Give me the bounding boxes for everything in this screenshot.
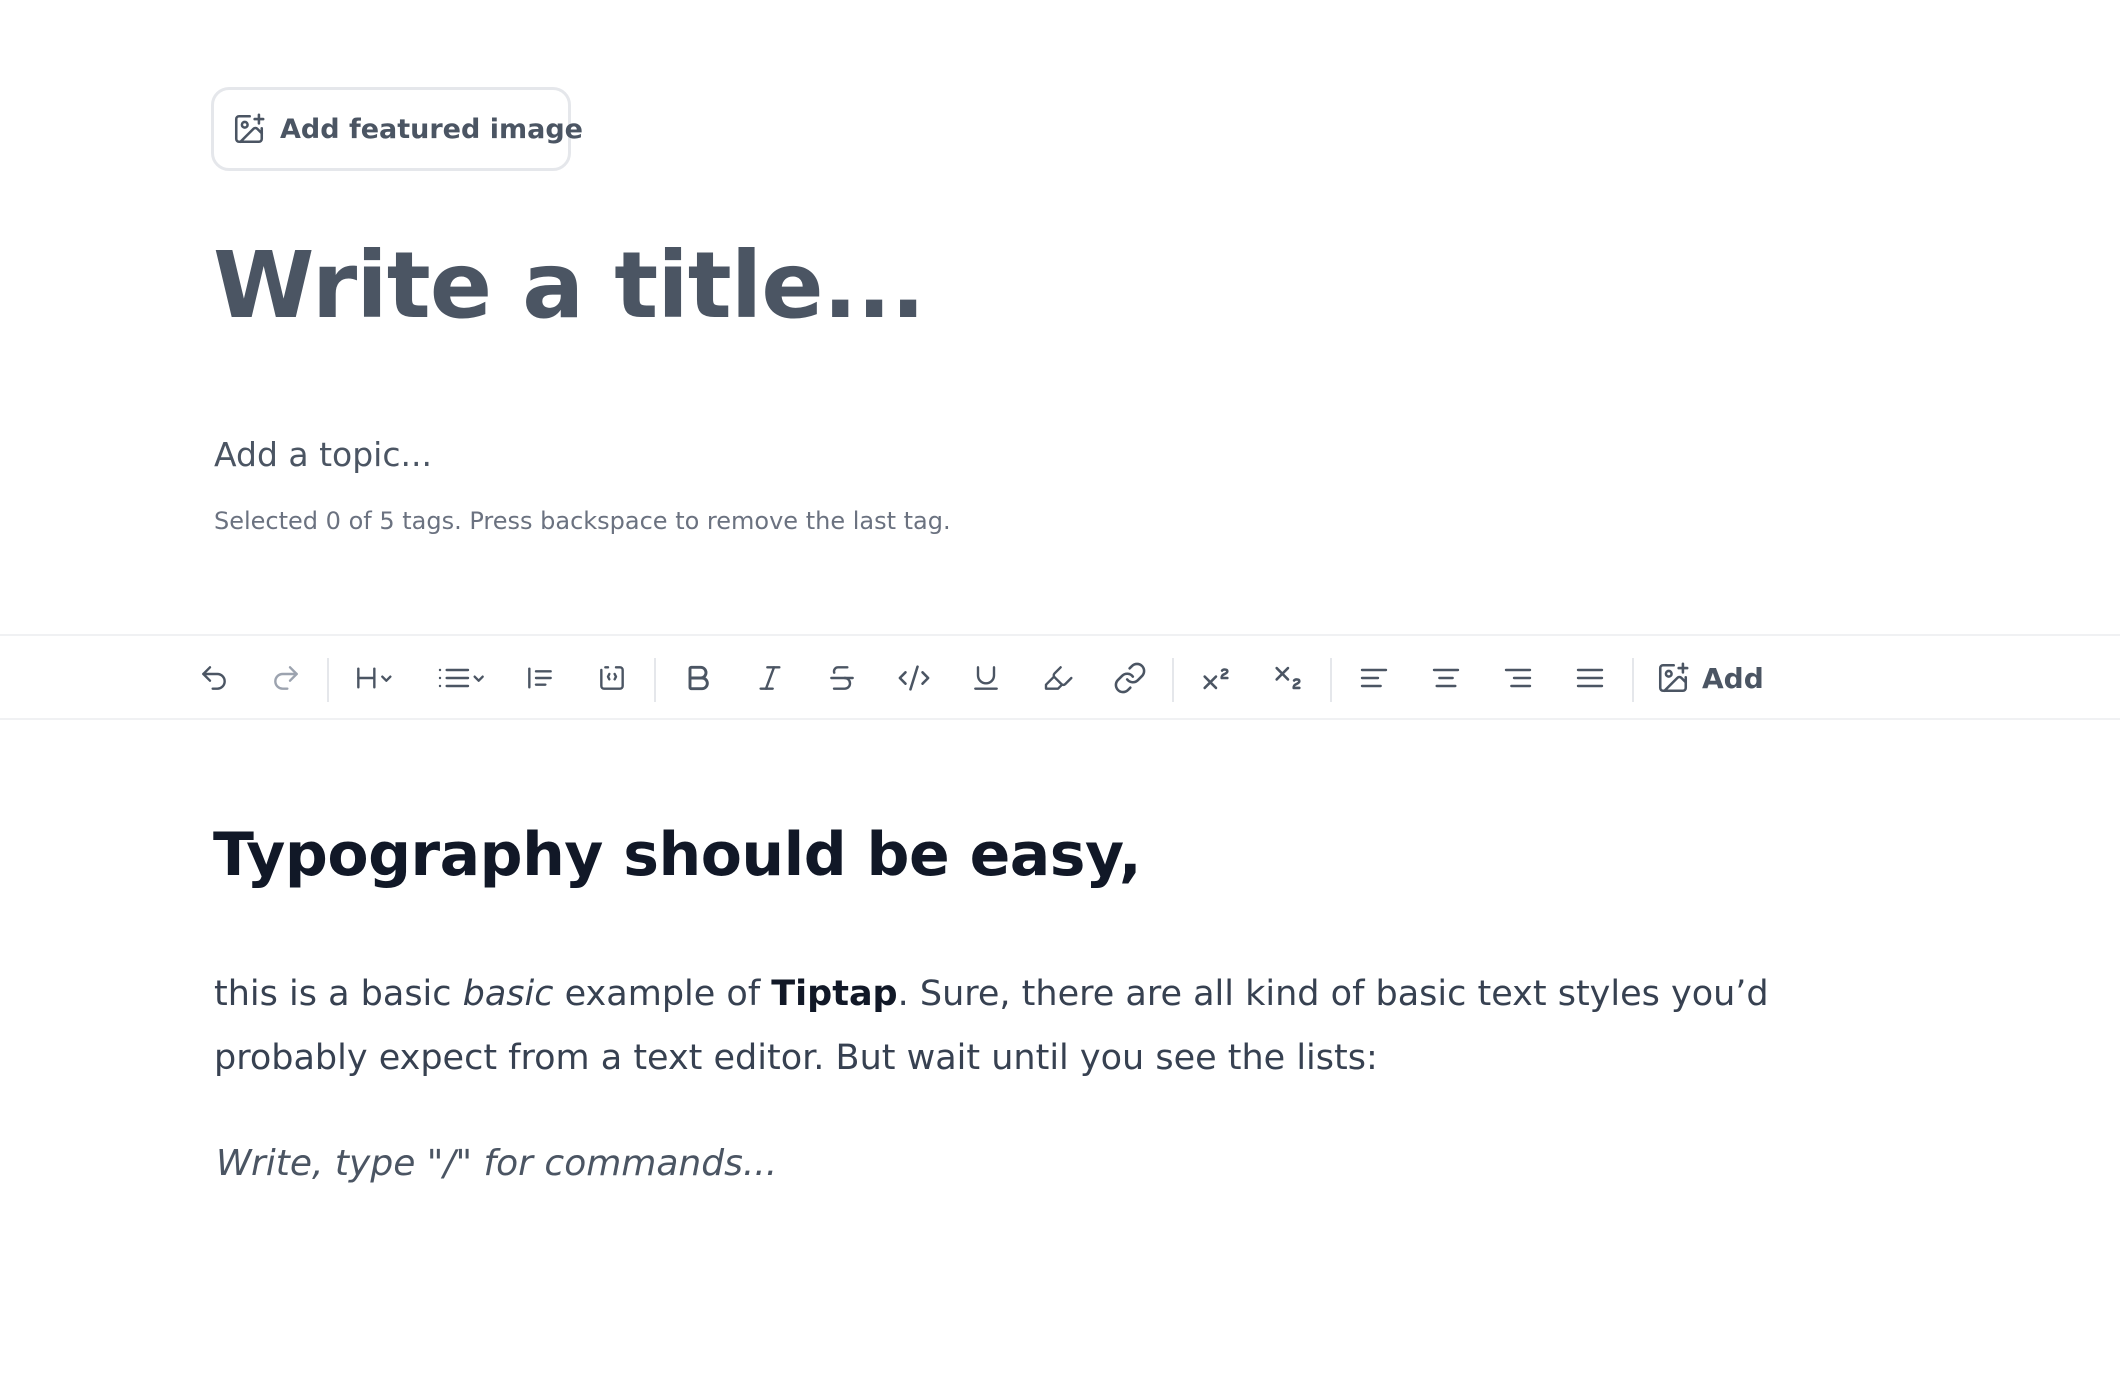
highlighter-icon xyxy=(1042,662,1074,694)
undo-button[interactable] xyxy=(190,648,238,708)
paragraph-italic-text: basic xyxy=(462,974,554,1014)
add-image-button[interactable]: Add xyxy=(1656,648,1786,708)
image-plus-icon xyxy=(1656,661,1690,695)
align-justify-icon xyxy=(1574,662,1606,694)
link-button[interactable] xyxy=(1106,648,1154,708)
align-left-icon xyxy=(1358,662,1390,694)
subscript-button[interactable] xyxy=(1264,648,1312,708)
toolbar-divider xyxy=(1632,658,1634,702)
italic-button[interactable] xyxy=(746,648,794,708)
heading-icon xyxy=(353,662,409,694)
align-center-button[interactable] xyxy=(1422,648,1470,708)
toolbar-divider xyxy=(1330,658,1332,702)
strikethrough-button[interactable] xyxy=(818,648,866,708)
highlight-button[interactable] xyxy=(1034,648,1082,708)
code-block-icon xyxy=(596,662,628,694)
code-icon xyxy=(897,661,931,695)
add-featured-image-button[interactable]: Add featured image xyxy=(211,87,583,171)
align-right-icon xyxy=(1502,662,1534,694)
bold-icon xyxy=(682,662,714,694)
underline-button[interactable] xyxy=(962,648,1010,708)
redo-button[interactable] xyxy=(262,648,310,708)
paragraph-text: this is a basic xyxy=(214,974,463,1014)
add-featured-image-label: Add featured image xyxy=(280,113,583,145)
title-input[interactable]: Write a title... xyxy=(213,233,926,339)
toolbar-divider xyxy=(654,658,656,702)
list-dropdown[interactable] xyxy=(434,648,494,708)
superscript-icon xyxy=(1199,661,1233,695)
content-heading[interactable]: Typography should be easy, xyxy=(213,820,1142,890)
editor-toolbar: Add xyxy=(0,634,2120,720)
blockquote-icon xyxy=(524,662,556,694)
align-justify-button[interactable] xyxy=(1566,648,1614,708)
add-image-label: Add xyxy=(1702,661,1764,695)
editor-page: Add featured image Write a title... Add … xyxy=(0,0,2120,1392)
topic-input[interactable]: Add a topic... xyxy=(214,435,432,474)
paragraph-text: example of xyxy=(553,974,772,1014)
toolbar-divider xyxy=(1172,658,1174,702)
tags-hint: Selected 0 of 5 tags. Press backspace to… xyxy=(214,507,951,535)
image-plus-icon xyxy=(232,112,266,146)
heading-dropdown[interactable] xyxy=(352,648,410,708)
blockquote-button[interactable] xyxy=(516,648,564,708)
paragraph-bold-text: Tiptap xyxy=(771,974,898,1014)
subscript-icon xyxy=(1271,661,1305,695)
code-button[interactable] xyxy=(890,648,938,708)
bold-button[interactable] xyxy=(674,648,722,708)
redo-icon xyxy=(270,662,302,694)
undo-icon xyxy=(198,662,230,694)
link-icon xyxy=(1113,661,1147,695)
align-left-button[interactable] xyxy=(1350,648,1398,708)
superscript-button[interactable] xyxy=(1192,648,1240,708)
code-block-button[interactable] xyxy=(588,648,636,708)
list-icon xyxy=(436,662,492,694)
align-right-button[interactable] xyxy=(1494,648,1542,708)
strikethrough-icon xyxy=(826,662,858,694)
editor-placeholder[interactable]: Write, type "/" for commands... xyxy=(216,1143,777,1184)
underline-icon xyxy=(970,662,1002,694)
toolbar-divider xyxy=(327,658,329,702)
align-center-icon xyxy=(1430,662,1462,694)
italic-icon xyxy=(754,662,786,694)
content-paragraph[interactable]: this is a basic basic example of Tiptap.… xyxy=(214,962,1774,1090)
